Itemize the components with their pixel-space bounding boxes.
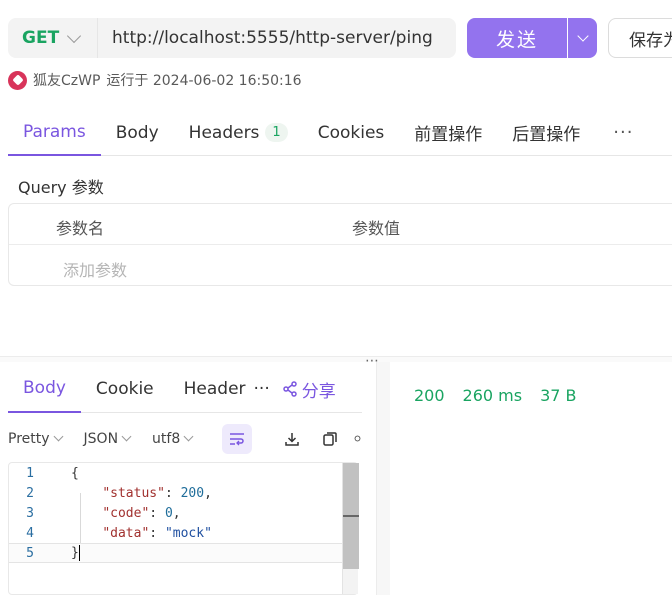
- word-wrap-button[interactable]: [222, 424, 253, 454]
- tab-headers-label: Headers: [188, 122, 260, 143]
- text-cursor: [78, 545, 80, 561]
- share-label: 分享: [301, 381, 336, 402]
- line-number: 1: [26, 465, 34, 481]
- json-key-data: "data": [102, 525, 150, 541]
- share-button[interactable]: 分享: [282, 377, 336, 402]
- method-select[interactable]: GET: [8, 18, 98, 58]
- add-param-input[interactable]: 添加参数: [63, 257, 127, 281]
- search-icon: [354, 435, 361, 442]
- send-options-button[interactable]: [568, 18, 597, 58]
- search-button[interactable]: [354, 431, 362, 447]
- query-params-table: 参数名 参数值 添加参数: [8, 203, 672, 286]
- encoding-select[interactable]: utf8: [152, 431, 194, 447]
- response-time: 260 ms: [462, 386, 523, 405]
- user-avatar-icon: [8, 70, 27, 90]
- run-meta: 狐友CzWP 运行于 2024-06-02 16:50:16: [8, 70, 302, 90]
- response-size: 37 B: [540, 386, 577, 405]
- run-time: 运行于 2024-06-02 16:50:16: [106, 73, 302, 89]
- json-key-status: "status": [102, 485, 165, 501]
- editor-scrollbar[interactable]: [342, 463, 359, 594]
- tab-cookies[interactable]: Cookies: [303, 110, 400, 156]
- response-tab-header[interactable]: Header: [169, 366, 250, 413]
- request-bar: GET http://localhost:5555/http-server/pi…: [8, 18, 456, 58]
- code-line: 3 "code": 0,: [9, 503, 342, 523]
- json-select[interactable]: JSON: [83, 431, 132, 447]
- copy-icon: [323, 432, 337, 446]
- code-line: 2 "status": 200,: [9, 483, 342, 503]
- vertical-resize-handle[interactable]: [376, 362, 390, 595]
- chevron-down-icon: [67, 28, 82, 43]
- request-tabs: Params Body Headers 1 Cookies 前置操作 后置操作 …: [8, 110, 672, 156]
- tab-body[interactable]: Body: [101, 110, 174, 156]
- json-key-code: "code": [102, 505, 150, 521]
- wrap-icon: [230, 433, 245, 446]
- query-params-title: Query 参数: [18, 178, 104, 197]
- json-val-code: 0: [164, 505, 173, 521]
- json-label: JSON: [83, 431, 119, 447]
- response-toolbar: Pretty JSON utf8: [8, 422, 378, 456]
- response-tab-body[interactable]: Body: [8, 366, 81, 413]
- query-params-header: 参数名 参数值: [9, 204, 672, 245]
- pretty-label: Pretty: [8, 431, 50, 447]
- pretty-select[interactable]: Pretty: [8, 431, 63, 447]
- response-tab-cookie[interactable]: Cookie: [81, 366, 169, 413]
- download-button[interactable]: [282, 431, 302, 447]
- share-icon: [283, 381, 297, 397]
- json-close-brace: }: [71, 545, 79, 561]
- code-text: "code": 0,: [102, 505, 181, 521]
- headers-count-badge: 1: [265, 123, 288, 142]
- line-number: 3: [26, 505, 34, 521]
- send-button[interactable]: 发送: [467, 18, 567, 58]
- more-tabs-icon[interactable]: ···: [595, 110, 651, 156]
- code-text: "status": 200,: [102, 485, 212, 501]
- save-as-button[interactable]: 保存为: [608, 18, 672, 58]
- json-open-brace: {: [71, 465, 79, 481]
- run-user: 狐友CzWP: [33, 73, 101, 89]
- chevron-down-icon: [576, 29, 589, 42]
- copy-button[interactable]: [320, 431, 340, 447]
- code-text: }: [51, 545, 80, 561]
- chevron-down-icon: [53, 431, 63, 442]
- encoding-label: utf8: [152, 431, 181, 447]
- code-line-active: 5 }: [9, 543, 342, 563]
- tab-params[interactable]: Params: [8, 110, 101, 156]
- code-text: {: [51, 466, 79, 481]
- json-val-status: 200: [180, 485, 205, 501]
- scrollbar-thumb[interactable]: [343, 463, 359, 569]
- response-body-editor[interactable]: 1 { 2 "status": 200, 3 "code": 0, 4 "dat…: [8, 462, 359, 595]
- code-line: 1 {: [9, 463, 342, 483]
- chevron-down-icon: [183, 431, 194, 442]
- method-label: GET: [22, 28, 60, 48]
- download-icon: [285, 433, 299, 446]
- tab-post-processors[interactable]: 后置操作: [497, 110, 595, 156]
- panel-resize-handle[interactable]: [0, 356, 672, 362]
- json-val-data: "mock": [164, 525, 212, 541]
- tab-pre-processors[interactable]: 前置操作: [399, 110, 497, 156]
- response-tabs: Body Cookie Header ··· 分享: [8, 366, 362, 413]
- line-number: 5: [26, 545, 34, 561]
- col-param-value: 参数值: [352, 219, 401, 238]
- response-more-icon[interactable]: ···: [250, 366, 274, 413]
- url-input[interactable]: http://localhost:5555/http-server/ping: [98, 28, 433, 48]
- code-line: 4 "data": "mock": [9, 523, 342, 543]
- line-number: 2: [26, 485, 34, 501]
- line-number: 4: [26, 525, 34, 541]
- tab-headers[interactable]: Headers 1: [174, 110, 303, 156]
- code-text: "data": "mock": [102, 525, 212, 541]
- col-param-name: 参数名: [56, 219, 105, 238]
- response-status: 200 260 ms 37 B: [414, 386, 577, 405]
- chevron-down-icon: [121, 431, 132, 442]
- status-code: 200: [414, 386, 445, 405]
